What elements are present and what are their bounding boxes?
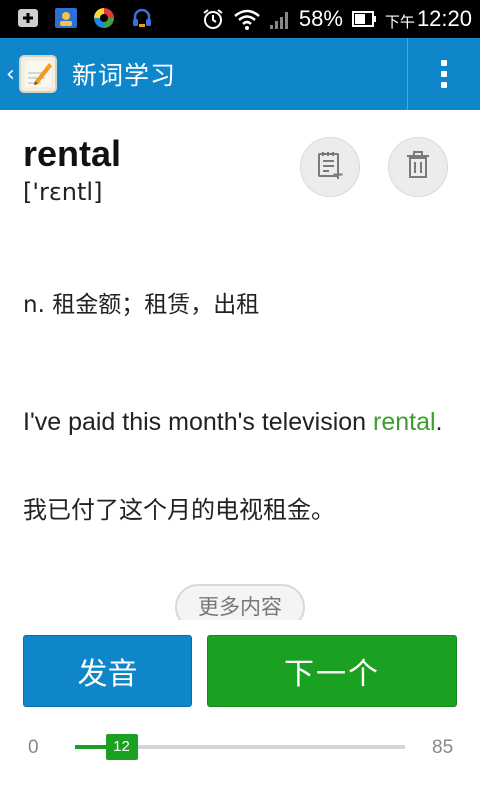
app-bar: ‹ 新词学习 [0, 38, 480, 110]
back-button[interactable]: ‹ [0, 38, 70, 110]
alarm-icon [201, 7, 225, 31]
pronounce-button[interactable]: 发音 [23, 635, 192, 707]
progress-min: 0 [28, 737, 39, 758]
content-fade [160, 620, 320, 634]
battery-icon [351, 7, 377, 31]
overflow-menu-dot [441, 82, 447, 88]
wifi-icon [233, 7, 261, 31]
overflow-menu-button[interactable] [408, 38, 480, 110]
example-highlight: rental [373, 408, 436, 436]
overflow-menu-icon [441, 60, 447, 66]
example-sentence: I've paid this month's television rental… [23, 399, 463, 445]
notepad-logo-icon [18, 55, 57, 93]
next-button[interactable]: 下一个 [207, 635, 457, 707]
delete-button[interactable] [388, 137, 448, 197]
page-title: 新词学习 [72, 61, 177, 90]
example-text: I've paid this month's television [23, 408, 373, 436]
status-bar-notifications [16, 6, 154, 30]
chevron-left-icon: ‹ [6, 61, 15, 87]
colorful-app-icon [92, 6, 116, 30]
battery-percent: 58% [298, 6, 343, 31]
progress-max: 85 [432, 737, 454, 758]
example-translation: 我已付了这个月的电视租金。 [23, 496, 335, 524]
add-to-notebook-button[interactable] [300, 137, 360, 197]
clock: 12:20 [416, 6, 472, 31]
overflow-menu-dot [441, 71, 447, 77]
headword: rental [23, 133, 122, 174]
progress-thumb[interactable]: 12 [105, 734, 138, 760]
signal-icon [269, 7, 291, 31]
definition: n. 租金额；租赁，出租 [23, 292, 260, 318]
add-note-icon [314, 149, 346, 185]
status-bar-system: 58% 下午 12:20 [201, 4, 472, 34]
headset-app-icon [130, 6, 154, 30]
trash-icon [403, 149, 433, 185]
contacts-app-icon [54, 6, 78, 30]
time-prefix: 下午 [384, 13, 415, 31]
add-notification-icon [16, 6, 40, 30]
example-end: . [435, 408, 443, 436]
phonetic: ['rɛntl] [23, 178, 103, 206]
status-bar: 58% 下午 12:20 [0, 0, 480, 38]
